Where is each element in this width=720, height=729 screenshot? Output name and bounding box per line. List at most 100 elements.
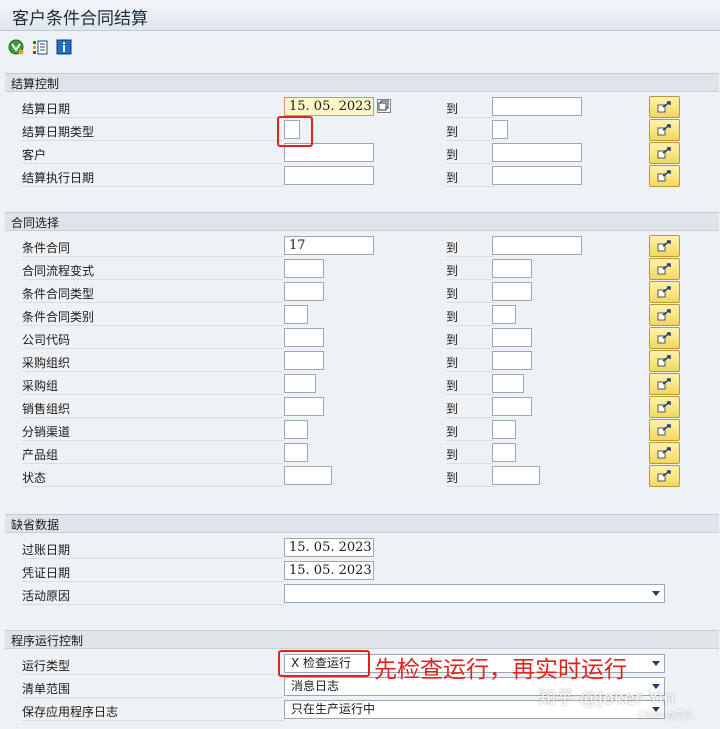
- purchasing-group-row: 采购组 到: [5, 373, 719, 396]
- company-code-to-input[interactable]: [492, 328, 532, 347]
- purchasing-group-to-input[interactable]: [492, 374, 524, 393]
- settlement-control-section: 结算控制 结算日期 15. 05. 2023 到 结算日期类型 到 客户 到 结…: [5, 73, 719, 207]
- field-label: 条件合同类型: [22, 285, 284, 303]
- condition-contract-to-input[interactable]: [492, 236, 582, 255]
- contract-process-variant-to-input[interactable]: [492, 259, 532, 278]
- field-label: 合同流程变式: [22, 262, 284, 280]
- calendar-icon[interactable]: [377, 99, 391, 113]
- condition-contract-type-from-input[interactable]: [284, 282, 324, 301]
- sales-org-row: 销售组织 到: [5, 396, 719, 419]
- status-row: 状态 到: [5, 465, 719, 488]
- field-label: 运行类型: [22, 657, 284, 675]
- field-label: 采购组: [22, 377, 284, 395]
- highlight-box: [278, 650, 370, 677]
- settlement-date-to-input[interactable]: [492, 97, 582, 116]
- activity-reason-row: 活动原因: [5, 583, 719, 606]
- division-row: 产品组 到: [5, 442, 719, 465]
- field-label: 状态: [22, 469, 284, 487]
- multiple-selection-button[interactable]: [649, 258, 680, 280]
- division-to-input[interactable]: [492, 443, 516, 462]
- multiple-selection-button[interactable]: [649, 350, 680, 372]
- distribution-channel-from-input[interactable]: [284, 420, 308, 439]
- to-label: 到: [446, 308, 494, 326]
- status-from-input[interactable]: [284, 466, 332, 485]
- field-label: 客户: [22, 146, 284, 164]
- annotation-text: 先检查运行，再实时运行: [374, 657, 627, 683]
- contract-process-variant-from-input[interactable]: [284, 259, 324, 278]
- field-label: 结算执行日期: [22, 169, 284, 187]
- to-label: 到: [446, 169, 494, 187]
- condition-contract-category-to-input[interactable]: [492, 305, 516, 324]
- field-label: 活动原因: [22, 587, 284, 605]
- settlement-exec-date-from-input[interactable]: [284, 166, 374, 185]
- activity-reason-select[interactable]: [284, 584, 665, 603]
- sales-org-from-input[interactable]: [284, 397, 324, 416]
- settlement-date-row: 结算日期 15. 05. 2023 到: [5, 96, 719, 119]
- settlement-date-type-to-input[interactable]: [492, 120, 508, 139]
- document-date-input[interactable]: 15. 05. 2023: [284, 561, 374, 580]
- settlement-date-from-input[interactable]: 15. 05. 2023: [284, 97, 374, 116]
- field-label: 凭证日期: [22, 564, 284, 582]
- purchasing-org-row: 采购组织 到: [5, 350, 719, 373]
- distribution-channel-to-input[interactable]: [492, 420, 516, 439]
- multiple-selection-button[interactable]: [649, 119, 680, 141]
- chevron-down-icon: [652, 591, 660, 596]
- multiple-selection-button[interactable]: [649, 373, 680, 395]
- multiple-selection-button[interactable]: [649, 442, 680, 464]
- customer-row: 客户 到: [5, 142, 719, 165]
- posting-date-input[interactable]: 15. 05. 2023: [284, 538, 374, 557]
- sales-org-to-input[interactable]: [492, 397, 532, 416]
- status-to-input[interactable]: [492, 466, 540, 485]
- multiple-selection-button[interactable]: [649, 304, 680, 326]
- purchasing-org-from-input[interactable]: [284, 351, 324, 370]
- section-title: 缺省数据: [11, 518, 60, 532]
- field-label: 结算日期: [22, 100, 284, 118]
- field-label: 过账日期: [22, 541, 284, 559]
- select-value: 消息日志: [291, 679, 340, 693]
- settlement-exec-date-to-input[interactable]: [492, 166, 582, 185]
- field-label: 清单范围: [22, 680, 284, 698]
- purchasing-group-from-input[interactable]: [284, 374, 316, 393]
- execute-icon[interactable]: [8, 39, 24, 55]
- selection-options-icon[interactable]: [32, 39, 48, 55]
- multiple-selection-button[interactable]: [649, 281, 680, 303]
- field-label: 保存应用程序日志: [22, 703, 284, 721]
- section-header: 程序运行控制: [5, 631, 719, 649]
- condition-contract-type-to-input[interactable]: [492, 282, 532, 301]
- to-label: 到: [446, 423, 494, 441]
- to-label: 到: [446, 123, 494, 141]
- purchasing-org-to-input[interactable]: [492, 351, 532, 370]
- highlight-box: [277, 116, 313, 147]
- multiple-selection-button[interactable]: [649, 96, 680, 118]
- condition-contract-from-input[interactable]: 17: [284, 236, 374, 255]
- multiple-selection-button[interactable]: [649, 327, 680, 349]
- settlement-date-type-row: 结算日期类型 到: [5, 119, 719, 142]
- multiple-selection-button[interactable]: [649, 235, 680, 257]
- multiple-selection-button[interactable]: [649, 419, 680, 441]
- multiple-selection-button[interactable]: [649, 165, 680, 187]
- distribution-channel-row: 分销渠道 到: [5, 419, 719, 442]
- condition-contract-row: 条件合同 17 到: [5, 235, 719, 258]
- section-title: 结算控制: [11, 77, 60, 91]
- section-header: 结算控制: [5, 74, 719, 92]
- customer-to-input[interactable]: [492, 143, 582, 162]
- contract-selection-section: 合同选择 条件合同 17 到 合同流程变式 到 条件合同类型 到 条件合同类别 …: [5, 212, 719, 508]
- info-icon[interactable]: [56, 39, 72, 55]
- toolbar: [0, 31, 720, 63]
- division-from-input[interactable]: [284, 443, 308, 462]
- select-value: 只在生产运行中: [291, 702, 376, 716]
- multiple-selection-button[interactable]: [649, 465, 680, 487]
- multiple-selection-button[interactable]: [649, 142, 680, 164]
- section-title: 程序运行控制: [11, 634, 84, 648]
- field-label: 条件合同类别: [22, 308, 284, 326]
- to-label: 到: [446, 446, 494, 464]
- watermark-sub: CSDN @艾比: [638, 711, 694, 721]
- settlement-exec-date-row: 结算执行日期 到: [5, 165, 719, 188]
- section-title: 合同选择: [11, 216, 60, 230]
- to-label: 到: [446, 285, 494, 303]
- section-header: 缺省数据: [5, 515, 719, 533]
- multiple-selection-button[interactable]: [649, 396, 680, 418]
- condition-contract-category-from-input[interactable]: [284, 305, 308, 324]
- company-code-from-input[interactable]: [284, 328, 324, 347]
- watermark: 知乎 @Joker Yin: [538, 688, 675, 709]
